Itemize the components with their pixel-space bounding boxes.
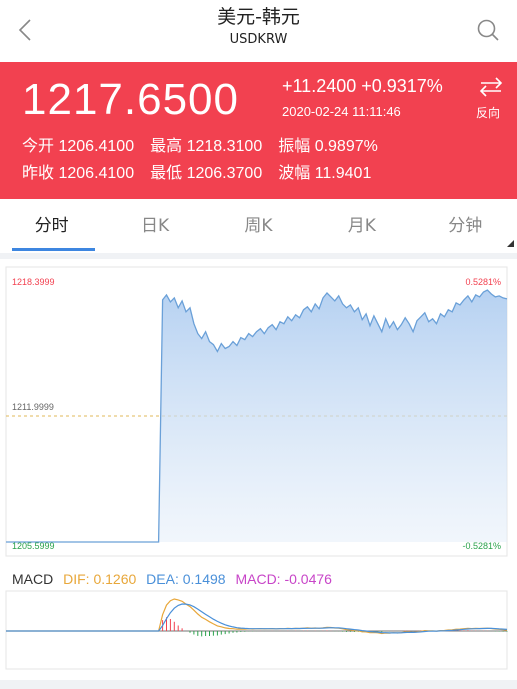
stat-high: 最高 1218.3100: [150, 138, 263, 155]
quote-panel: 1217.6500 +11.2400 +0.9317% 2020-02-24 1…: [0, 62, 517, 199]
pct-top-label: 0.5281%: [465, 277, 501, 287]
tab-intraday[interactable]: 分时: [0, 199, 103, 253]
stats-row-1: 今开 1206.4100 最高 1218.3100 振幅 0.9897%: [22, 136, 394, 158]
macd-frame: [5, 590, 508, 670]
reverse-button[interactable]: 反向: [476, 105, 500, 121]
quote-timestamp: 2020-02-24 11:11:46: [282, 104, 401, 119]
pct-bottom-label: -0.5281%: [462, 541, 501, 551]
tab-monthly-k[interactable]: 月K: [310, 199, 413, 253]
chart-area[interactable]: 1218.3999 1211.9999 1205.5999 0.5281% -0…: [0, 259, 517, 679]
stat-low: 最低 1206.3700: [150, 165, 263, 182]
page-title: 美元-韩元: [217, 6, 300, 28]
macd-dif-value: DIF: 0.1260: [63, 571, 137, 587]
stats-row-2: 昨收 1206.4100 最低 1206.3700 波幅 11.9401: [22, 163, 387, 185]
tab-weekly-k[interactable]: 周K: [207, 199, 310, 253]
macd-macd-value: MACD: -0.0476: [235, 571, 332, 587]
symbol-code: USDKRW: [229, 32, 288, 47]
dropdown-triangle-icon[interactable]: [507, 240, 514, 247]
price-change: +11.2400 +0.9317%: [282, 76, 443, 96]
price-area: [6, 290, 507, 542]
header-bar: 美元-韩元 USDKRW: [0, 0, 517, 62]
dea-line: [6, 603, 508, 634]
swap-icon[interactable]: [478, 76, 504, 98]
macd-title: MACD: [12, 571, 54, 587]
search-icon: [477, 19, 499, 41]
tab-minute[interactable]: 分钟: [414, 199, 517, 253]
macd-legend: MACD DIF: 0.1260 DEA: 0.1498 MACD: -0.04…: [12, 571, 338, 587]
stat-volatility: 波幅 11.9401: [278, 165, 372, 182]
y-mid-label: 1211.9999: [12, 402, 54, 412]
search-button[interactable]: [471, 10, 505, 50]
macd-dea-value: DEA: 0.1498: [146, 571, 226, 587]
stat-open: 今开 1206.4100: [22, 138, 135, 155]
period-tabs: 分时 日K 周K 月K 分钟: [0, 199, 517, 253]
title-block: 美元-韩元 USDKRW: [0, 5, 517, 49]
stat-prev-close: 昨收 1206.4100: [22, 165, 135, 182]
stat-amplitude: 振幅 0.9897%: [278, 138, 378, 155]
bottom-bar: [0, 680, 517, 689]
y-bottom-label: 1205.5999: [12, 541, 55, 551]
current-price: 1217.6500: [22, 75, 239, 124]
y-top-label: 1218.3999: [12, 277, 55, 287]
macd-histogram: [162, 617, 508, 637]
tab-daily-k[interactable]: 日K: [103, 199, 206, 253]
intraday-chart: 1218.3999 1211.9999 1205.5999 0.5281% -0…: [5, 266, 508, 670]
